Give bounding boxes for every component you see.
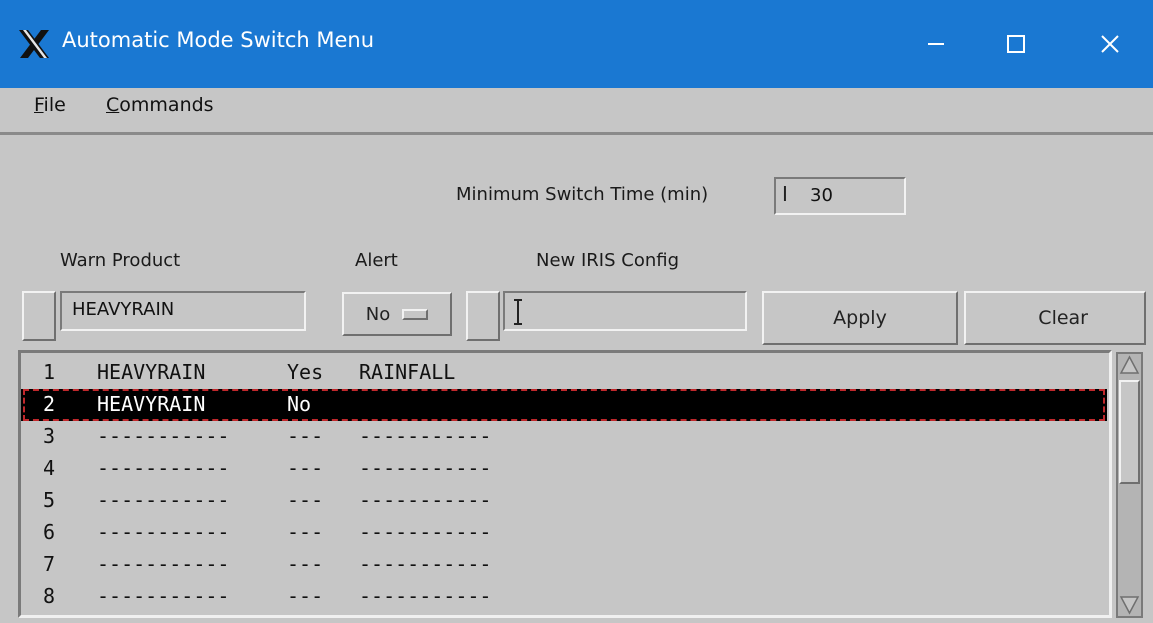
maximize-icon: [1007, 35, 1025, 53]
row-alert: ---: [287, 552, 324, 576]
menu-bar: File Commands: [0, 88, 1153, 135]
row-product: HEAVYRAIN: [97, 392, 206, 416]
row-number: 4: [43, 456, 56, 480]
row-alert: ---: [287, 424, 324, 448]
row-number: 5: [43, 488, 56, 512]
menu-commands-label: ommands: [119, 94, 214, 116]
row-config: -----------: [359, 456, 492, 480]
row-config: RAINFALL: [359, 360, 456, 384]
row-config: -----------: [359, 552, 492, 576]
row-alert: ---: [287, 584, 324, 608]
menu-commands[interactable]: Commands: [106, 94, 214, 116]
clear-button[interactable]: Clear: [964, 291, 1146, 345]
scrollbar-thumb[interactable]: [1119, 380, 1140, 484]
row-product: -----------: [97, 520, 230, 544]
row-product: HEAVYRAIN: [97, 360, 206, 384]
scroll-up-arrow-icon[interactable]: [1119, 355, 1140, 375]
row-product: -----------: [97, 584, 230, 608]
row-number: 1: [43, 360, 56, 384]
row-alert: Yes: [287, 360, 324, 384]
maximize-button[interactable]: [976, 16, 1056, 72]
close-icon: [1101, 35, 1119, 53]
warn-product-input[interactable]: HEAVYRAIN: [60, 291, 306, 331]
apply-button[interactable]: Apply: [762, 291, 958, 345]
window-title: Automatic Mode Switch Menu: [62, 28, 375, 52]
row-config: -----------: [359, 424, 492, 448]
warn-product-value: HEAVYRAIN: [72, 299, 175, 320]
alert-label: Alert: [355, 250, 398, 271]
warn-product-label: Warn Product: [60, 250, 181, 271]
row-number: 6: [43, 520, 56, 544]
app-window: Automatic Mode Switch Menu File Commands…: [0, 0, 1153, 623]
alert-value: No: [365, 303, 391, 325]
warn-product-picker-button[interactable]: [22, 291, 56, 341]
row-product: -----------: [97, 488, 230, 512]
list-row[interactable]: 6 ----------- --- -----------: [21, 517, 1107, 549]
option-menu-indicator-icon: [402, 308, 429, 320]
scroll-down-arrow-icon[interactable]: [1119, 595, 1140, 615]
row-config: -----------: [359, 584, 492, 608]
alert-option-menu[interactable]: No: [342, 292, 452, 336]
list-row[interactable]: 5 ----------- --- -----------: [21, 485, 1107, 517]
row-alert: ---: [287, 488, 324, 512]
min-switch-label: Minimum Switch Time (min): [456, 184, 709, 205]
iris-config-input[interactable]: [503, 291, 747, 331]
row-alert: ---: [287, 520, 324, 544]
menu-file-mnemonic: F: [34, 94, 44, 116]
list-row[interactable]: 8 ----------- --- -----------: [21, 581, 1107, 613]
list-row[interactable]: 4 ----------- --- -----------: [21, 453, 1107, 485]
row-number: 7: [43, 552, 56, 576]
minimize-icon: [928, 43, 944, 45]
menu-commands-mnemonic: C: [106, 94, 120, 116]
menu-file[interactable]: File: [34, 94, 66, 116]
min-switch-value: 30: [810, 185, 833, 206]
row-number: 2: [43, 392, 56, 416]
new-iris-config-label: New IRIS Config: [536, 250, 680, 271]
minimize-button[interactable]: [896, 16, 976, 72]
mode-switch-list[interactable]: 1 HEAVYRAIN Yes RAINFALL 2 HEAVYRAIN No 3 ------…: [18, 350, 1112, 618]
row-number: 8: [43, 584, 56, 608]
row-product: -----------: [97, 424, 230, 448]
text-cursor-icon: [514, 299, 522, 325]
row-config: -----------: [359, 520, 492, 544]
list-row[interactable]: 2 HEAVYRAIN No: [21, 389, 1107, 421]
close-button[interactable]: [1070, 16, 1150, 72]
min-switch-input[interactable]: 30: [774, 177, 906, 215]
row-config: -----------: [359, 488, 492, 512]
row-alert: No: [287, 392, 312, 416]
title-bar[interactable]: Automatic Mode Switch Menu: [0, 0, 1153, 88]
iris-config-picker-button[interactable]: [466, 291, 500, 341]
vertical-scrollbar[interactable]: [1116, 352, 1143, 618]
row-product: -----------: [97, 456, 230, 480]
list-row[interactable]: 3 ----------- --- -----------: [21, 421, 1107, 453]
row-product: -----------: [97, 552, 230, 576]
menu-file-label: ile: [43, 94, 66, 116]
row-alert: ---: [287, 456, 324, 480]
text-cursor-icon: Ⅰ: [782, 182, 788, 206]
list-row[interactable]: 1 HEAVYRAIN Yes RAINFALL: [21, 357, 1107, 389]
list-row[interactable]: 7 ----------- --- -----------: [21, 549, 1107, 581]
row-number: 3: [43, 424, 56, 448]
x-logo-icon: [19, 30, 49, 58]
